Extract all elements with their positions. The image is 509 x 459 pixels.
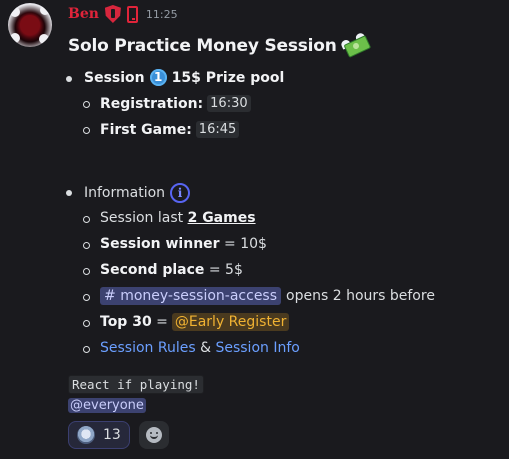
registration-line: Registration: 16:30 (100, 95, 251, 112)
winner-label: Session winner (100, 236, 220, 252)
title-text: Solo Practice Money Session (68, 36, 337, 56)
session-last-line: Session last 2 Games (100, 210, 256, 226)
hash-icon: # (104, 288, 116, 304)
second-place-label: Second place (100, 262, 205, 278)
ampersand: & (200, 340, 212, 356)
registration-time: 16:30 (207, 95, 251, 112)
info-icon: i (170, 183, 191, 203)
list-bullet (83, 101, 90, 108)
session-last-value: 2 Games (187, 210, 256, 226)
session-rules-link[interactable]: Session Rules (100, 340, 196, 356)
channel-mention[interactable]: # money-session-access (100, 287, 282, 305)
session-last-prefix: Session last (100, 210, 184, 226)
session-info-link[interactable]: Session Info (215, 340, 299, 356)
list-bullet (83, 127, 90, 134)
list-bullet (66, 76, 72, 82)
timestamp[interactable]: 11:25 (146, 8, 178, 21)
smiley-icon (146, 427, 162, 443)
list-bullet (83, 268, 90, 275)
channel-suffix: opens 2 hours before (286, 288, 435, 304)
winner-line: Session winner = 10$ (100, 236, 267, 252)
message-title: Solo Practice Money Session (68, 31, 371, 58)
reaction-count: 13 (103, 427, 121, 443)
top30-line: Top 30 = @Early Register (100, 313, 290, 331)
top30-equals: = (156, 314, 168, 330)
add-reaction-button[interactable] (139, 421, 169, 449)
first-game-label: First Game: (100, 121, 192, 138)
money-with-wings-icon (339, 31, 372, 60)
session-line: Session 1 15$ Prize pool (84, 69, 284, 86)
custom-emoji-icon (77, 426, 95, 444)
registration-label: Registration: (100, 95, 204, 112)
top30-label: Top 30 (100, 314, 152, 330)
message-header: Ben 11:25 (68, 5, 178, 23)
list-bullet (83, 242, 90, 249)
information-label: Information (84, 185, 166, 201)
list-bullet (66, 190, 72, 196)
list-bullet (83, 294, 90, 301)
number-one-badge: 1 (149, 69, 167, 86)
username[interactable]: Ben (68, 6, 99, 22)
second-place-line: Second place = 5$ (100, 262, 243, 278)
information-line: Information i (84, 183, 191, 203)
channel-line: # money-session-access opens 2 hours bef… (100, 287, 435, 305)
list-bullet (83, 216, 90, 223)
reaction-button[interactable]: 13 (68, 421, 130, 449)
list-bullet (83, 320, 90, 327)
session-prize: 15$ Prize pool (171, 69, 285, 86)
mobile-phone-icon (126, 5, 138, 23)
session-label: Session (84, 69, 145, 86)
avatar[interactable] (8, 3, 52, 47)
shield-icon[interactable] (104, 5, 121, 23)
second-place-value: = 5$ (208, 262, 243, 278)
first-game-time: 16:45 (195, 121, 240, 138)
first-game-line: First Game: 16:45 (100, 121, 240, 138)
inline-code: React if playing! (68, 375, 204, 394)
chat-message: Ben 11:25 Solo Practice Money Session Se… (0, 0, 509, 459)
links-line: Session Rules & Session Info (100, 340, 300, 356)
role-mention[interactable]: @Early Register (171, 313, 290, 331)
list-bullet (83, 346, 90, 353)
everyone-mention[interactable]: @everyone (68, 398, 146, 413)
channel-name: money-session-access (120, 288, 278, 304)
winner-value: = 10$ (224, 236, 267, 252)
